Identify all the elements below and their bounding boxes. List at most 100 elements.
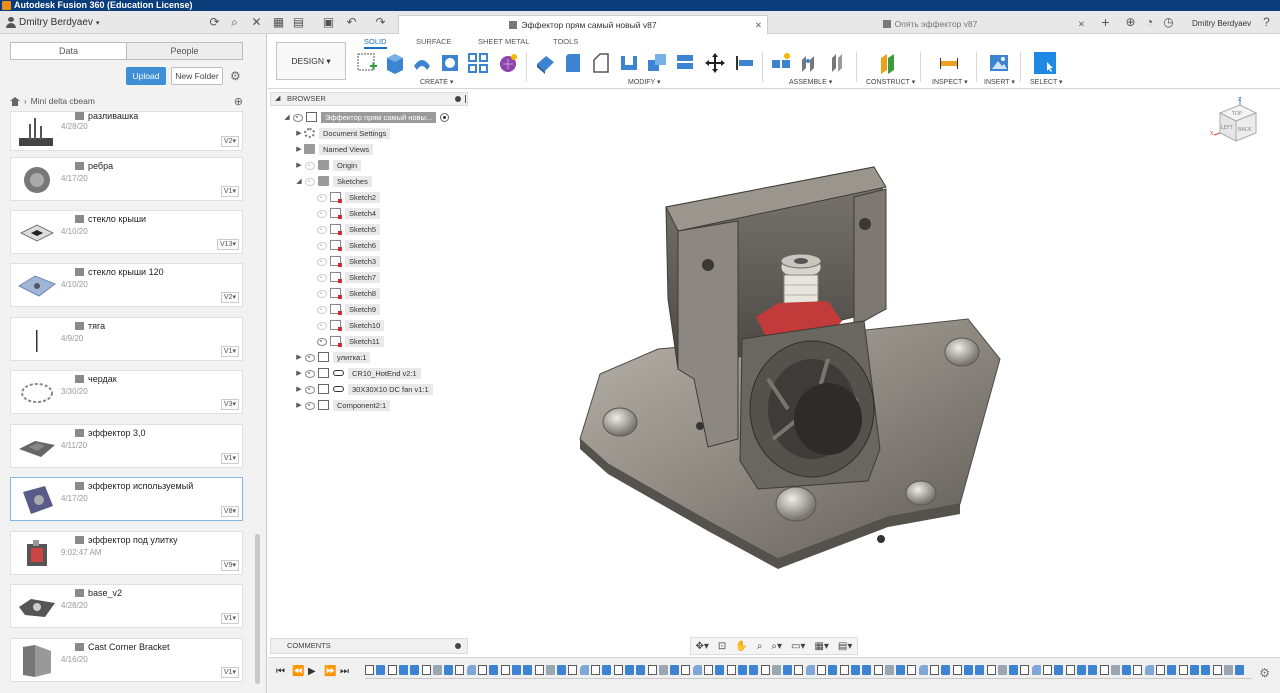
tree-item-sketches[interactable]: ◢ Sketches (294, 174, 372, 188)
timeline-feature-sketch-icon[interactable] (873, 665, 883, 675)
group-select[interactable]: SELECT ▾ (1030, 78, 1063, 86)
timeline-feature-sketch-icon[interactable] (365, 665, 374, 675)
timeline-feature-body-icon[interactable] (670, 665, 680, 675)
timeline-feature-body-icon[interactable] (963, 665, 973, 675)
job-status-icon[interactable]: ◔ (1143, 16, 1156, 29)
close-panel-icon[interactable]: ✕ (250, 16, 263, 29)
tree-item-sketch[interactable]: Sketch5 (316, 222, 381, 236)
pin-icon[interactable] (455, 96, 461, 102)
timeline-feature-sketch-icon[interactable] (387, 665, 397, 675)
tree-item-sketch[interactable]: Sketch3 (316, 254, 381, 268)
eye-icon[interactable] (316, 193, 327, 202)
account-name[interactable]: Dmitry Berdyaev (1192, 19, 1251, 28)
tree-root[interactable]: ◢ Эффектор прям самый новы... (282, 110, 450, 124)
timeline-feature-sketch-icon[interactable] (839, 665, 849, 675)
timeline-feature-sketch-icon[interactable] (794, 665, 804, 675)
timeline-feature-body-icon[interactable] (1189, 665, 1199, 675)
collapse-arrow-icon[interactable]: ◢ (282, 113, 292, 121)
eye-icon[interactable] (316, 257, 327, 266)
globe-icon[interactable]: ⊕ (234, 95, 243, 108)
timeline-feature-sketch-icon[interactable] (568, 665, 578, 675)
close-tab-icon[interactable]: ✕ (1078, 15, 1085, 34)
list-item[interactable]: разливашка 4/28/20 V2▾ (10, 111, 243, 151)
timeline-feature-fillet-icon[interactable] (805, 665, 815, 675)
timeline-feature-sketch-icon[interactable] (681, 665, 691, 675)
save-icon[interactable]: ▣ (322, 16, 335, 29)
timeline-feature-body-icon[interactable] (376, 665, 386, 675)
timeline-feature-cut-icon[interactable] (432, 665, 442, 675)
search-icon[interactable]: ⌕ (228, 16, 241, 29)
timeline-feature-fillet-icon[interactable] (1144, 665, 1154, 675)
measure-icon[interactable] (938, 52, 960, 74)
pin-icon[interactable] (455, 643, 461, 649)
view-cube[interactable]: TOP BACK LEFT Z X (1210, 95, 1262, 147)
zoom-icon[interactable]: ⌕ (757, 641, 763, 652)
list-item[interactable]: стекло крыши 4/10/20 V13▾ (10, 210, 243, 254)
expand-arrow-icon[interactable]: ▶ (294, 161, 304, 169)
timeline-feature-fillet-icon[interactable] (1031, 665, 1041, 675)
go-to-start-icon[interactable]: ⏮ (276, 666, 285, 677)
timeline-feature-sketch-icon[interactable] (1099, 665, 1109, 675)
timeline-feature-body-icon[interactable] (1122, 665, 1132, 675)
timeline-feature-body-icon[interactable] (1167, 665, 1177, 675)
tab-tools[interactable]: TOOLS (553, 37, 578, 46)
eye-icon[interactable] (316, 305, 327, 314)
eye-icon[interactable] (304, 401, 315, 410)
eye-icon[interactable] (316, 273, 327, 282)
tree-item-sketch[interactable]: Sketch11 (316, 334, 384, 348)
tree-item-document-settings[interactable]: ▶ Document Settings (294, 126, 391, 140)
undo-icon[interactable]: ↶ (345, 16, 358, 29)
help-icon[interactable]: ? (1260, 16, 1273, 29)
expand-arrow-icon[interactable]: ▶ (294, 385, 304, 393)
eye-icon[interactable] (304, 369, 315, 378)
tree-item-sketch[interactable]: Sketch6 (316, 238, 381, 252)
timeline-feature-sketch-icon[interactable] (930, 665, 939, 675)
timeline-feature-body-icon[interactable] (1054, 665, 1064, 675)
tree-item-sketch[interactable]: Sketch4 (316, 206, 381, 220)
eye-icon[interactable] (304, 353, 315, 362)
timeline-feature-sketch-icon[interactable] (591, 665, 600, 675)
list-item[interactable]: стекло крыши 120 4/10/20 V2▾ (10, 263, 243, 307)
timeline-feature-body-icon[interactable] (398, 665, 408, 675)
expand-arrow-icon[interactable]: ▶ (294, 145, 304, 153)
timeline-feature-sketch-icon[interactable] (1178, 665, 1188, 675)
orbit-icon[interactable]: ✥▾ (696, 641, 709, 652)
pan-icon[interactable]: ✋ (735, 641, 747, 652)
file-menu-icon[interactable]: ▤ (292, 16, 305, 29)
tab-sheet-metal[interactable]: SHEET METAL (478, 37, 529, 46)
timeline-feature-cut-icon[interactable] (658, 665, 668, 675)
tab-data[interactable]: Data (11, 43, 127, 59)
timeline-feature-fillet-icon[interactable] (579, 665, 589, 675)
timeline-feature-body-icon[interactable] (1201, 665, 1211, 675)
timeline-feature-body-icon[interactable] (1088, 665, 1098, 675)
combine-icon[interactable] (646, 52, 668, 74)
tree-item-linked-component[interactable]: ▶ CR10_HotEnd v2:1 (294, 366, 421, 380)
fit-icon[interactable]: ⌕▾ (771, 641, 782, 652)
timeline-feature-sketch-icon[interactable] (817, 665, 826, 675)
timeline-feature-sketch-icon[interactable] (907, 665, 917, 675)
timeline-feature-sketch-icon[interactable] (613, 665, 623, 675)
version-badge[interactable]: V2▾ (220, 292, 239, 303)
timeline-feature-body-icon[interactable] (749, 665, 759, 675)
timeline-feature-sketch-icon[interactable] (478, 665, 487, 675)
version-badge[interactable]: V2▾ (220, 136, 239, 147)
timeline-feature-sketch-icon[interactable] (952, 665, 962, 675)
tree-item-component[interactable]: ▶ Component2:1 (294, 398, 391, 412)
list-item[interactable]: ребра 4/17/20 V1▾ (10, 157, 243, 201)
timeline-feature-body-icon[interactable] (624, 665, 634, 675)
eye-icon[interactable] (316, 209, 327, 218)
timeline-feature-sketch-icon[interactable] (1065, 665, 1075, 675)
new-folder-button[interactable]: New Folder (171, 67, 223, 85)
version-badge[interactable]: V1▾ (220, 453, 239, 464)
move-icon[interactable] (704, 52, 726, 74)
list-item-selected[interactable]: эффектор используемый 4/17/20 V8▾ (10, 477, 243, 521)
shell-icon[interactable] (618, 52, 640, 74)
create-form-icon[interactable] (497, 52, 519, 74)
step-back-icon[interactable]: ⏪ (292, 666, 304, 677)
timeline-feature-body-icon[interactable] (636, 665, 646, 675)
hole-icon[interactable] (439, 52, 461, 74)
scrollbar[interactable] (255, 534, 260, 684)
tab-people[interactable]: People (127, 43, 242, 59)
new-tab-icon[interactable]: + (1099, 15, 1112, 29)
version-badge[interactable]: V1▾ (220, 613, 239, 624)
